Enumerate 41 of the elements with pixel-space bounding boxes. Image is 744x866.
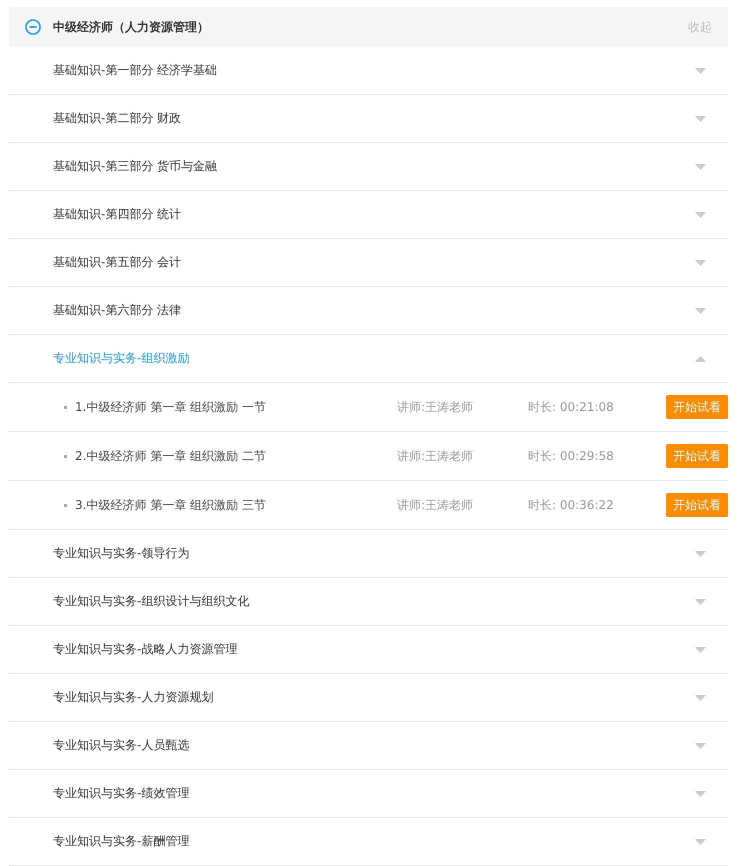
- section-title[interactable]: 专业知识与实务-绩效管理: [53, 785, 695, 802]
- section-title[interactable]: 专业知识与实务-薪酬管理: [53, 833, 695, 850]
- section-title[interactable]: 基础知识-第六部分 法律: [53, 302, 695, 319]
- caret-down-icon[interactable]: [695, 260, 706, 266]
- caret-down-icon[interactable]: [695, 790, 706, 796]
- section-title[interactable]: 专业知识与实务-人员甄选: [53, 737, 695, 754]
- section-title[interactable]: 基础知识-第一部分 经济学基础: [53, 62, 695, 79]
- caret-up-icon[interactable]: [695, 356, 706, 362]
- lesson-duration: 时长: 00:36:22: [528, 496, 615, 514]
- caret-down-icon[interactable]: [695, 68, 706, 74]
- section-title[interactable]: 基础知识-第三部分 货币与金融: [53, 158, 695, 175]
- caret-down-icon[interactable]: [695, 742, 706, 748]
- lesson-teacher: 讲师:王涛老师: [397, 496, 474, 514]
- caret-down-icon[interactable]: [695, 550, 706, 556]
- section-title[interactable]: 基础知识-第四部分 统计: [53, 206, 695, 223]
- bullet-icon: [64, 406, 67, 408]
- section-title[interactable]: 基础知识-第五部分 会计: [53, 254, 695, 271]
- section-title[interactable]: 专业知识与实务-战略人力资源管理: [53, 641, 695, 658]
- lesson-duration: 时长: 00:21:08: [528, 398, 615, 416]
- lesson-title[interactable]: 1.中级经济师 第一章 组织激励 一节: [75, 398, 397, 416]
- lesson-title[interactable]: 3.中级经济师 第一章 组织激励 三节: [75, 496, 397, 514]
- lesson-teacher: 讲师:王涛老师: [397, 448, 474, 464]
- caret-down-icon[interactable]: [695, 694, 706, 700]
- section-title[interactable]: 专业知识与实务-领导行为: [53, 545, 695, 562]
- caret-down-icon[interactable]: [695, 598, 706, 604]
- section-title[interactable]: 专业知识与实务-人力资源规划: [53, 689, 695, 706]
- bullet-icon: [64, 454, 67, 458]
- caret-down-icon[interactable]: [695, 838, 706, 844]
- course-title: 中级经济师（人力资源管理）: [53, 18, 210, 36]
- caret-down-icon[interactable]: [695, 212, 706, 218]
- collapse-icon[interactable]: [25, 19, 41, 35]
- caret-down-icon[interactable]: [695, 164, 706, 170]
- lesson-title[interactable]: 2.中级经济师 第一章 组织激励 二节: [75, 448, 397, 464]
- caret-down-icon[interactable]: [695, 308, 706, 314]
- caret-down-icon[interactable]: [695, 116, 706, 122]
- bullet-icon: [64, 504, 67, 506]
- section-title[interactable]: 基础知识-第二部分 财政: [53, 110, 695, 127]
- lesson-teacher: 讲师:王涛老师: [397, 398, 474, 416]
- caret-down-icon[interactable]: [695, 646, 706, 652]
- section-title[interactable]: 专业知识与实务-组织设计与组织文化: [53, 593, 695, 610]
- lesson-duration: 时长: 00:29:58: [528, 448, 615, 464]
